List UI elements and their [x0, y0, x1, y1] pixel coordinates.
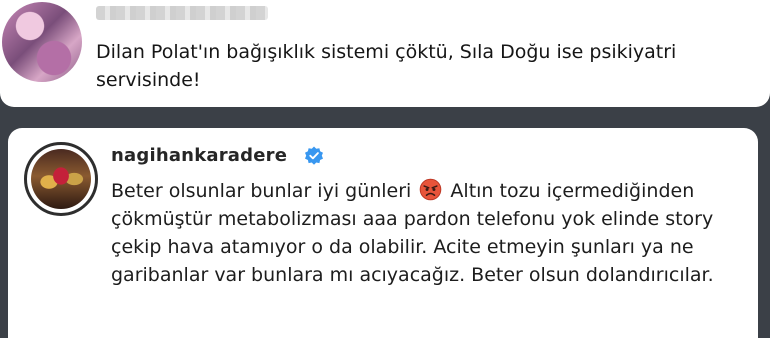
blurred-username	[96, 6, 268, 20]
top-comment-card: Dilan Polat'ın bağışıklık sistemi çöktü,…	[0, 0, 770, 107]
comment-text: Dilan Polat'ın bağışıklık sistemi çöktü,…	[96, 41, 677, 91]
avatar[interactable]	[24, 142, 98, 216]
avatar-photo	[31, 149, 91, 209]
reply-text-part-1: Beter olsunlar bunlar iyi günleri	[111, 180, 418, 202]
avatar-blurred[interactable]	[2, 2, 82, 82]
verified-badge-icon	[305, 146, 323, 165]
reply-card: nagihankaradere Beter olsunlar bunlar iy…	[8, 128, 758, 338]
username[interactable]: nagihankaradere	[111, 145, 287, 166]
separator-band	[0, 107, 770, 128]
reply-text: Beter olsunlar bunlar iyi günleri Altın …	[111, 177, 751, 289]
angry-face-icon	[420, 178, 442, 201]
